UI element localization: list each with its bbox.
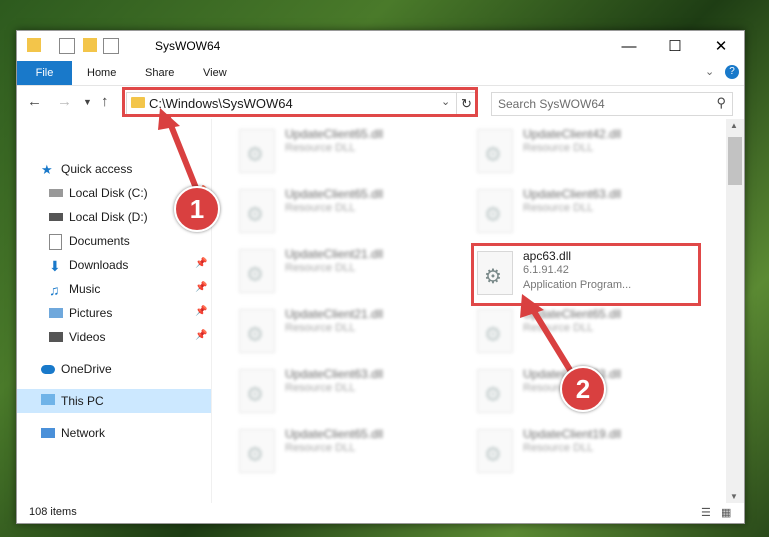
step-1-badge: 1 — [174, 186, 220, 232]
annotation-arrows — [158, 108, 573, 373]
step-2-badge: 2 — [560, 366, 606, 412]
